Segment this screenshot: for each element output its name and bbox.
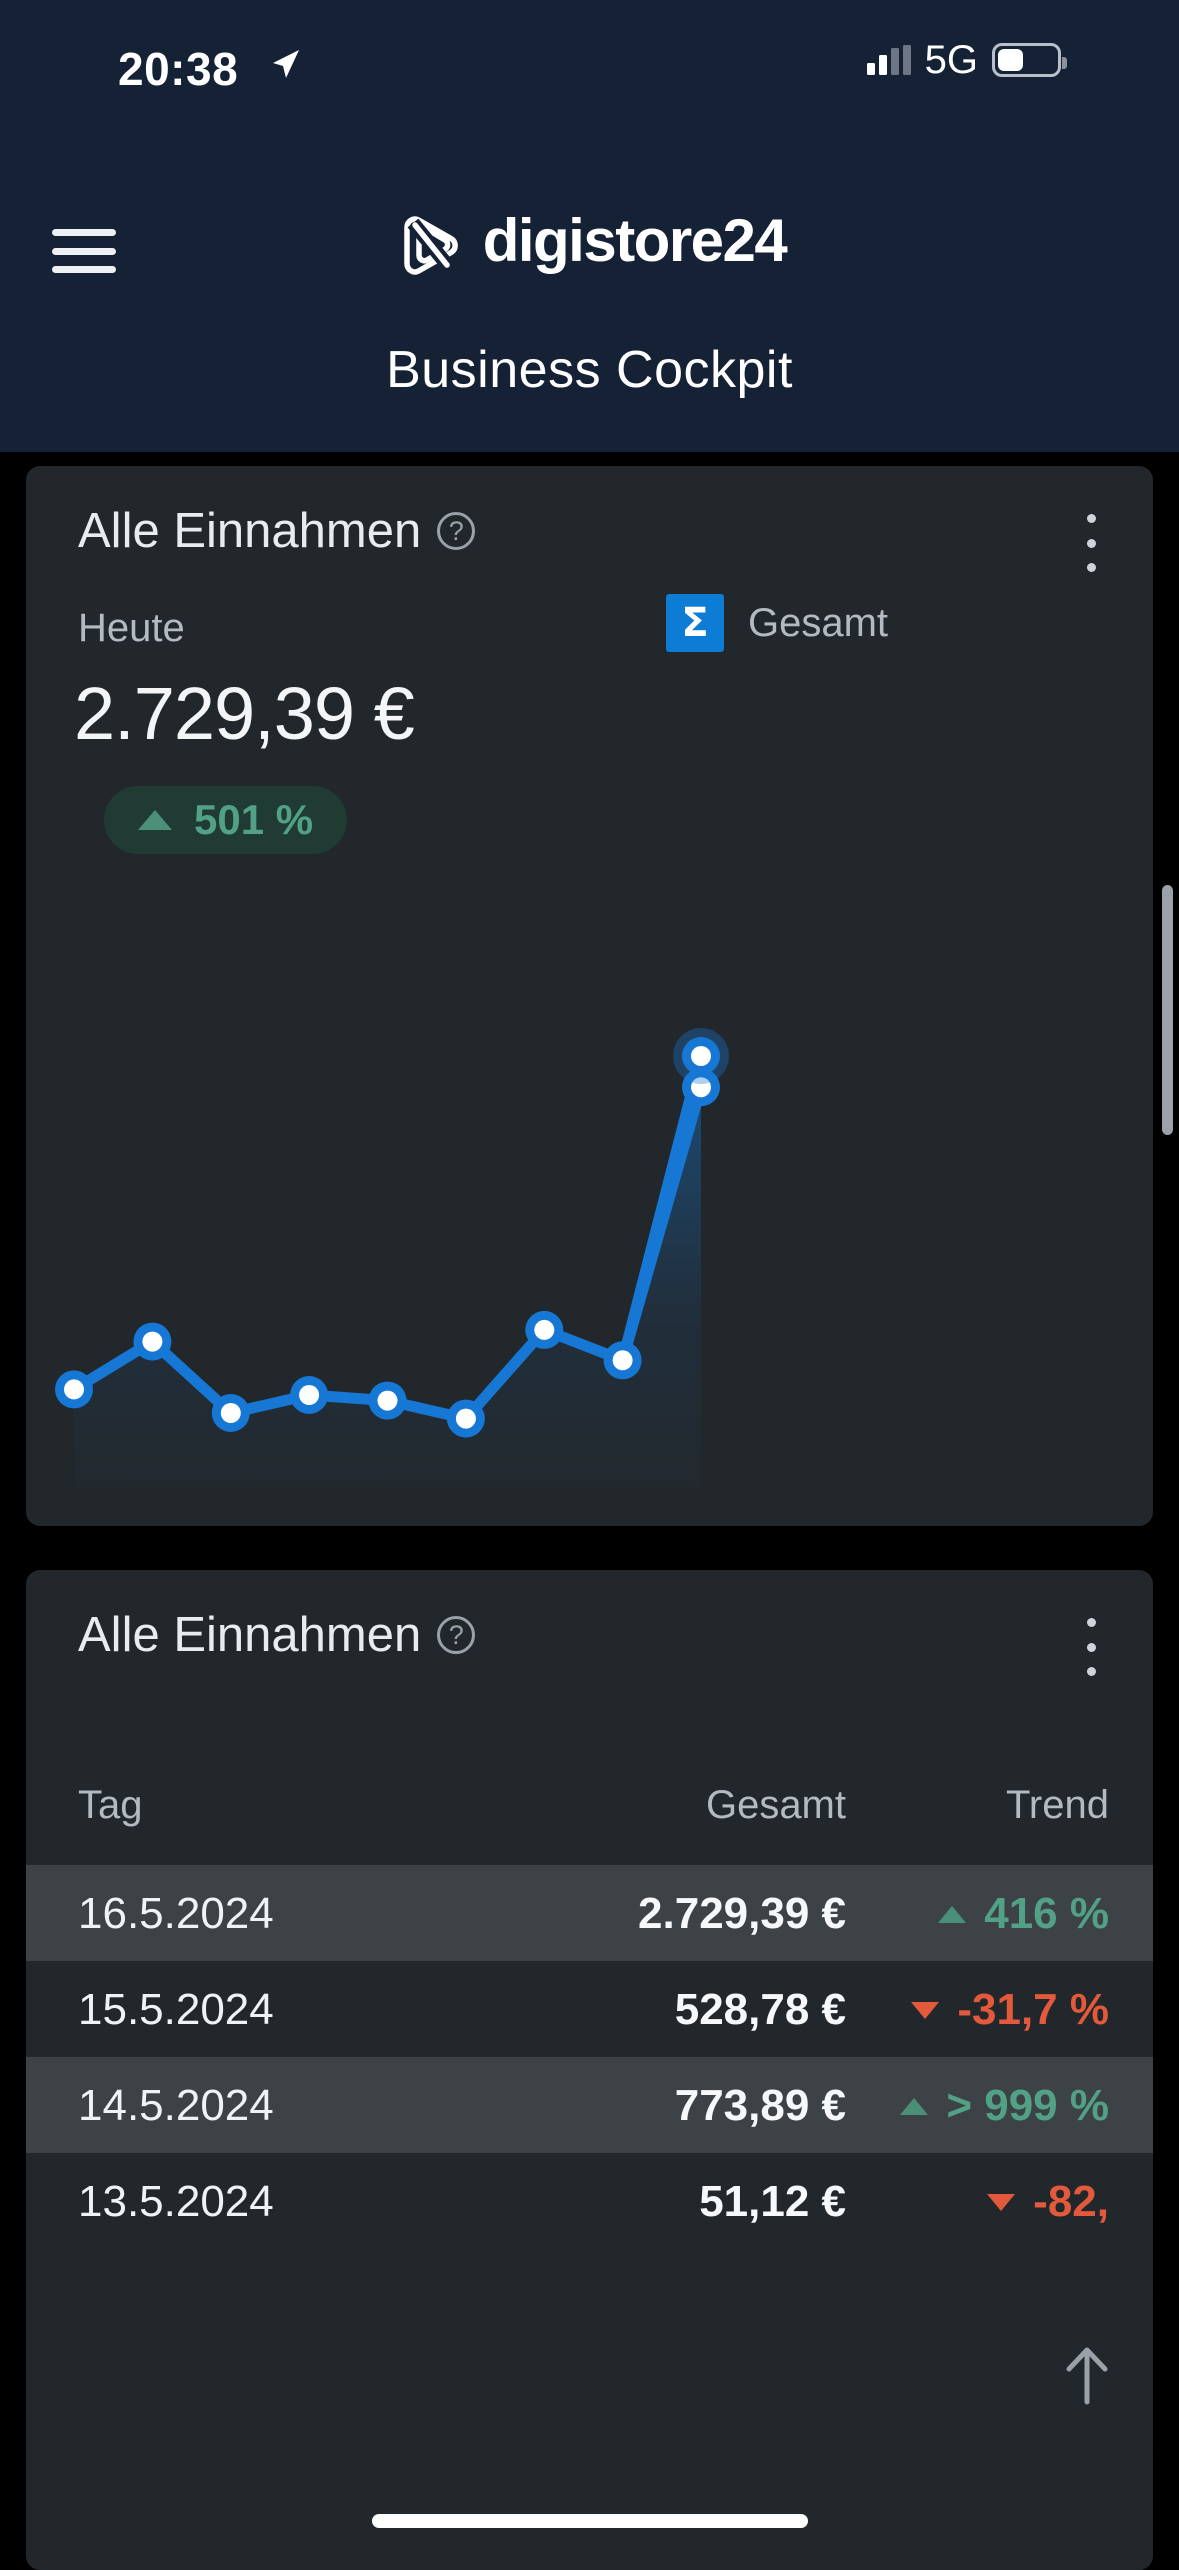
total-label: Gesamt	[748, 600, 889, 645]
table-row[interactable]: 16.5.2024 2.729,39 €416 %	[26, 1865, 1153, 1961]
row-trend-value: > 999 %	[946, 2081, 1109, 2130]
table-card-header: Alle Einnahmen ?	[26, 1570, 1153, 1700]
row-trend: -82,	[26, 2177, 1109, 2227]
metric-trend-value: 501 %	[194, 796, 314, 843]
table-row[interactable]: 14.5.2024 773,89 € > 999 %	[26, 2057, 1153, 2153]
metric-period-label: Heute	[78, 606, 185, 650]
chart-card-title: Alle Einnahmen	[78, 504, 422, 558]
chart-point-marker[interactable]	[142, 1331, 163, 1352]
chart-point-marker[interactable]	[64, 1379, 84, 1400]
total-toggle[interactable]: Σ Gesamt	[666, 594, 888, 652]
revenue-chart-card: Alle Einnahmen ? Heute Σ Gesamt 2.729,39…	[26, 466, 1153, 1526]
row-trend: 416 %	[26, 1889, 1109, 1939]
chart-metric-row: Heute Σ Gesamt	[26, 594, 1153, 672]
triangle-up-icon	[138, 810, 172, 830]
status-bar-clock: 20:38	[118, 43, 239, 95]
chart-point-marker[interactable]	[691, 1046, 711, 1066]
chart-point-marker[interactable]	[534, 1319, 555, 1340]
chart-area-fill	[74, 1087, 701, 1488]
scroll-to-top-button[interactable]	[1021, 2284, 1153, 2464]
triangle-up-icon	[938, 1905, 967, 1923]
cellular-bars-icon	[866, 45, 911, 75]
metric-trend-badge: 501 %	[104, 786, 348, 854]
page-scrollbar[interactable]	[1162, 885, 1173, 1135]
row-trend: > 999 %	[26, 2081, 1109, 2131]
battery-icon	[992, 43, 1067, 77]
row-trend-value: 416 %	[984, 1889, 1109, 1938]
app-header: 20:38 5G digistore24 Business Cockpit	[0, 0, 1179, 452]
row-trend-value: -31,7 %	[957, 1985, 1109, 2034]
status-bar: 20:38 5G	[0, 0, 1179, 118]
chart-point-marker[interactable]	[377, 1390, 398, 1411]
triangle-up-icon	[900, 2097, 929, 2115]
line-chart-svg	[55, 1028, 729, 1488]
chart-point-marker[interactable]	[220, 1403, 241, 1423]
metric-value: 2.729,39 €	[74, 672, 415, 755]
brand-suffix: 24	[722, 207, 788, 274]
triangle-down-icon	[987, 2193, 1016, 2211]
location-arrow-icon	[268, 47, 302, 81]
table-row[interactable]: 15.5.2024 528,78 € -31,7 %	[26, 1961, 1153, 2057]
revenue-table-card: Alle Einnahmen ? Tag Gesamt Trend 16.5.2…	[26, 1570, 1153, 2570]
table-card-title: Alle Einnahmen	[78, 1608, 422, 1662]
digistore24-logo-icon	[393, 205, 465, 277]
chart-point-marker[interactable]	[299, 1385, 320, 1405]
status-bar-indicators: 5G	[866, 37, 1067, 82]
revenue-line-chart[interactable]	[26, 1006, 1153, 1526]
brand-wordmark: digistore24	[483, 211, 788, 271]
brand-logo[interactable]: digistore24	[0, 205, 1179, 277]
home-indicator	[371, 2514, 808, 2528]
question-mark-circle-icon[interactable]: ?	[437, 512, 476, 550]
table-row[interactable]: 13.5.2024 51,12 € -82,	[26, 2153, 1153, 2249]
chart-card-kebab-menu-icon[interactable]	[1073, 514, 1109, 572]
question-mark-circle-icon[interactable]: ?	[437, 1616, 476, 1654]
table-card-kebab-menu-icon[interactable]	[1073, 1618, 1109, 1676]
triangle-down-icon	[911, 2001, 940, 2019]
column-header-trend[interactable]: Trend	[26, 1783, 1109, 1828]
chart-point-marker[interactable]	[455, 1408, 476, 1429]
chart-point-marker[interactable]	[612, 1350, 633, 1371]
page-title: Business Cockpit	[386, 341, 793, 399]
arrow-up-icon	[1061, 2342, 1113, 2406]
network-type-label: 5G	[924, 37, 978, 82]
brand-name: digistore	[482, 207, 724, 274]
row-trend-value: -82,	[1033, 2177, 1109, 2226]
chart-card-header: Alle Einnahmen ?	[26, 466, 1153, 596]
sigma-sum-icon: Σ	[666, 594, 724, 652]
row-trend: -31,7 %	[26, 1985, 1109, 2035]
table-header-row: Tag Gesamt Trend	[26, 1755, 1153, 1865]
